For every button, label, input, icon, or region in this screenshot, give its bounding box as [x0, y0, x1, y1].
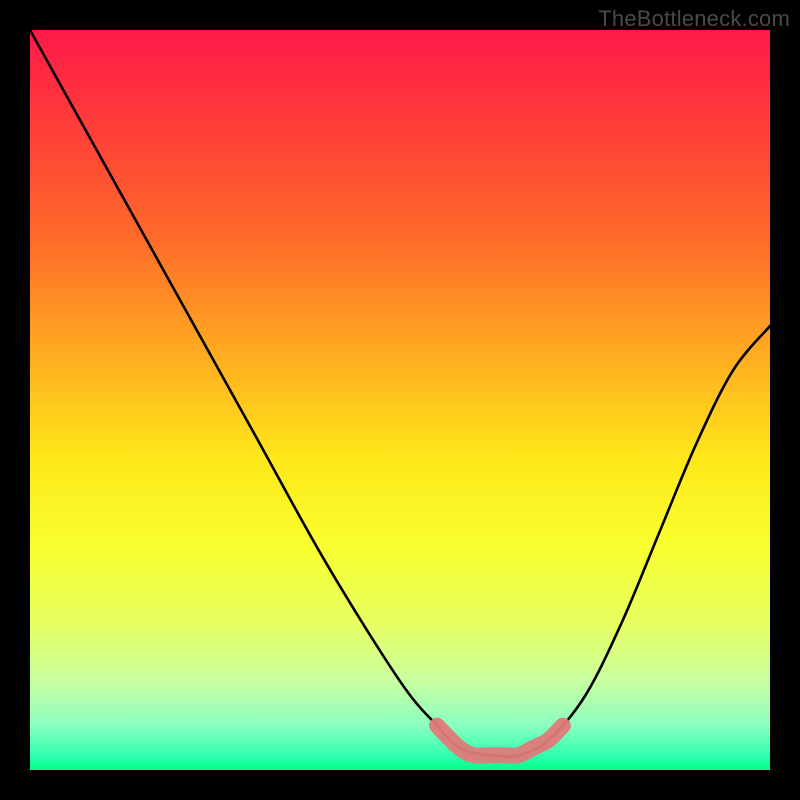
optimal-band: [437, 726, 563, 756]
watermark-text: TheBottleneck.com: [598, 6, 790, 32]
curve-layer: [30, 30, 770, 770]
chart-stage: TheBottleneck.com: [0, 0, 800, 800]
plot-area: [30, 30, 770, 770]
bottleneck-curve: [30, 30, 770, 757]
